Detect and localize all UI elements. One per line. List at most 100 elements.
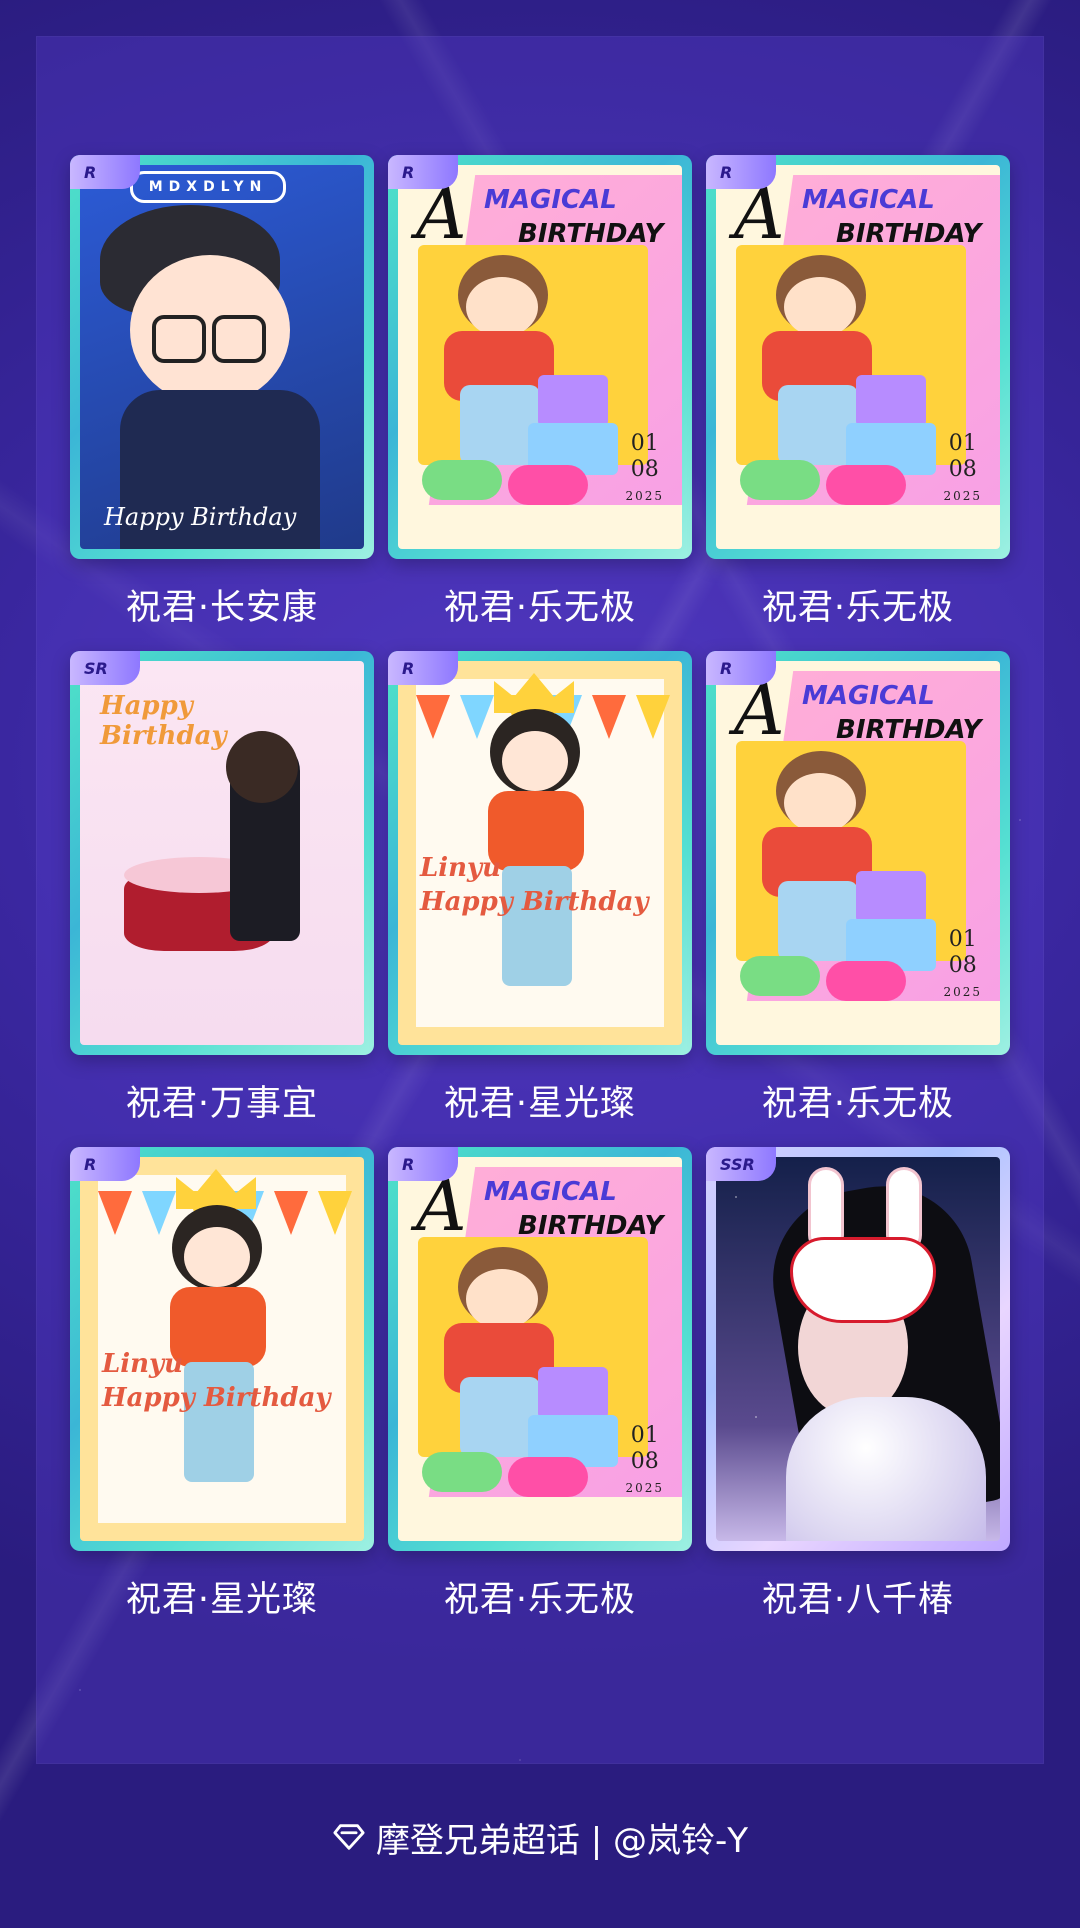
date-month: 08 [948, 457, 977, 482]
date-year: 2025 [943, 489, 982, 503]
candy [740, 460, 820, 500]
card-cell: R A MAGICAL BIRTHDAY 01 08 2025 祝君·乐无极 [388, 155, 692, 651]
candy [422, 460, 502, 500]
candy [508, 465, 588, 505]
card-art-mask [716, 1157, 1000, 1541]
art-text: Linyu Happy Birthday [420, 853, 649, 917]
art-title-2: BIRTHDAY [518, 1211, 664, 1241]
date-day: 01 [630, 1423, 659, 1448]
art-title-1: MAGICAL [802, 185, 935, 215]
art-happy-birthday: Happy Birthday [100, 691, 227, 751]
art-date: 01 08 2025 [625, 1423, 664, 1501]
rarity-badge: SSR [706, 1147, 776, 1181]
bunting-flag [98, 1191, 132, 1235]
candy [826, 961, 906, 1001]
card-art-chibi-blue: MDXDLYN Happy Birthday [80, 165, 364, 549]
card-art-magical-birthday: A MAGICAL BIRTHDAY 01 08 2025 [716, 165, 1000, 549]
card-label: 祝君·乐无极 [761, 1084, 955, 1124]
rarity-badge: SR [70, 651, 140, 685]
candy [826, 465, 906, 505]
card-label: 祝君·星光璨 [443, 1084, 637, 1124]
art-title-2: BIRTHDAY [836, 715, 982, 745]
art-title-1: MAGICAL [484, 1177, 617, 1207]
date-month: 08 [630, 457, 659, 482]
card-cell: R A MAGICAL BIRTHDAY 01 08 2025 祝君·乐无极 [388, 1147, 692, 1643]
glasses [212, 315, 266, 363]
card-label: 祝君·乐无极 [761, 588, 955, 628]
rarity-badge: R [70, 1147, 140, 1181]
date-year: 2025 [625, 1481, 664, 1495]
gift-box [538, 375, 608, 427]
card[interactable]: R A MAGICAL BIRTHDAY 01 08 2025 [388, 155, 692, 559]
date-year: 2025 [943, 985, 982, 999]
diamond-icon [333, 1824, 365, 1850]
glasses [152, 315, 206, 363]
bunting-flag [460, 695, 494, 739]
rarity-badge: R [70, 155, 140, 189]
rarity-badge: R [706, 651, 776, 685]
card[interactable]: SSR [706, 1147, 1010, 1551]
bunting-flag [274, 1191, 308, 1235]
date-month: 08 [948, 953, 977, 978]
rarity-badge: R [388, 651, 458, 685]
art-title-2: BIRTHDAY [518, 219, 664, 249]
card-cell: R A MAGICAL BIRTHDAY 01 08 2025 祝君·乐无极 [706, 651, 1010, 1147]
card-art-crown: Linyu Happy Birthday [80, 1157, 364, 1541]
card-label: 祝君·八千椿 [761, 1580, 955, 1620]
card-cell: R MDXDLYN Happy Birthday 祝君·长安康 [70, 155, 374, 651]
character-face [502, 731, 568, 791]
card-art-magical-birthday: A MAGICAL BIRTHDAY 01 08 2025 [398, 1157, 682, 1541]
rarity-badge: R [388, 155, 458, 189]
card-art-crown: Linyu Happy Birthday [398, 661, 682, 1045]
bunting-flag [636, 695, 670, 739]
card-cell: R A MAGICAL BIRTHDAY 01 08 2025 祝君·乐无极 [706, 155, 1010, 651]
card-cell: SSR 祝君·八千椿 [706, 1147, 1010, 1643]
card-label: 祝君·星光璨 [125, 1580, 319, 1620]
card-art-magical-birthday: A MAGICAL BIRTHDAY 01 08 2025 [716, 661, 1000, 1045]
card-cell: R Linyu Happy Birthday 祝君·星光璨 [70, 1147, 374, 1643]
footer-watermark: 摩登兄弟超话 | @岚铃-Y [0, 1812, 1080, 1862]
bunting-flag [318, 1191, 352, 1235]
card-art-magical-birthday: A MAGICAL BIRTHDAY 01 08 2025 [398, 165, 682, 549]
card-label: 祝君·万事宜 [125, 1084, 319, 1124]
art-title-1: MAGICAL [484, 185, 617, 215]
character-face [784, 277, 856, 337]
date-year: 2025 [625, 489, 664, 503]
footer-text: 摩登兄弟超话 | @岚铃-Y [375, 1820, 749, 1861]
card[interactable]: SR Happy Birthday [70, 651, 374, 1055]
card[interactable]: R A MAGICAL BIRTHDAY 01 08 2025 [388, 1147, 692, 1551]
card-label: 祝君·长安康 [125, 588, 319, 628]
fur-cloak [786, 1397, 986, 1541]
card[interactable]: R Linyu Happy Birthday [70, 1147, 374, 1551]
date-month: 08 [630, 1449, 659, 1474]
card-art-cake: Happy Birthday [80, 661, 364, 1045]
date-day: 01 [630, 431, 659, 456]
card[interactable]: R A MAGICAL BIRTHDAY 01 08 2025 [706, 155, 1010, 559]
candy [508, 1457, 588, 1497]
card-cell: SR Happy Birthday 祝君·万事宜 [70, 651, 374, 1147]
candy [740, 956, 820, 996]
card-label: 祝君·乐无极 [443, 588, 637, 628]
bunting-flag [592, 695, 626, 739]
date-day: 01 [948, 927, 977, 952]
art-date: 01 08 2025 [943, 431, 982, 509]
bunting-flag [416, 695, 450, 739]
character-head [226, 731, 298, 803]
character-face [466, 277, 538, 337]
gift-box [538, 1367, 608, 1419]
art-text: Linyu Happy Birthday [102, 1349, 331, 1413]
card[interactable]: R A MAGICAL BIRTHDAY 01 08 2025 [706, 651, 1010, 1055]
card[interactable]: R Linyu Happy Birthday [388, 651, 692, 1055]
rabbit-mask [790, 1237, 936, 1323]
art-date: 01 08 2025 [625, 431, 664, 509]
rarity-badge: R [706, 155, 776, 189]
card-grid: R MDXDLYN Happy Birthday 祝君·长安康 R A MAGICAL BIR… [70, 155, 1010, 1643]
character-face [466, 1269, 538, 1329]
character-face [184, 1227, 250, 1287]
rarity-badge: R [388, 1147, 458, 1181]
card[interactable]: R MDXDLYN Happy Birthday [70, 155, 374, 559]
bunting-flag [142, 1191, 176, 1235]
art-date: 01 08 2025 [943, 927, 982, 1005]
art-tag: MDXDLYN [130, 171, 286, 203]
card-label: 祝君·乐无极 [443, 1580, 637, 1620]
